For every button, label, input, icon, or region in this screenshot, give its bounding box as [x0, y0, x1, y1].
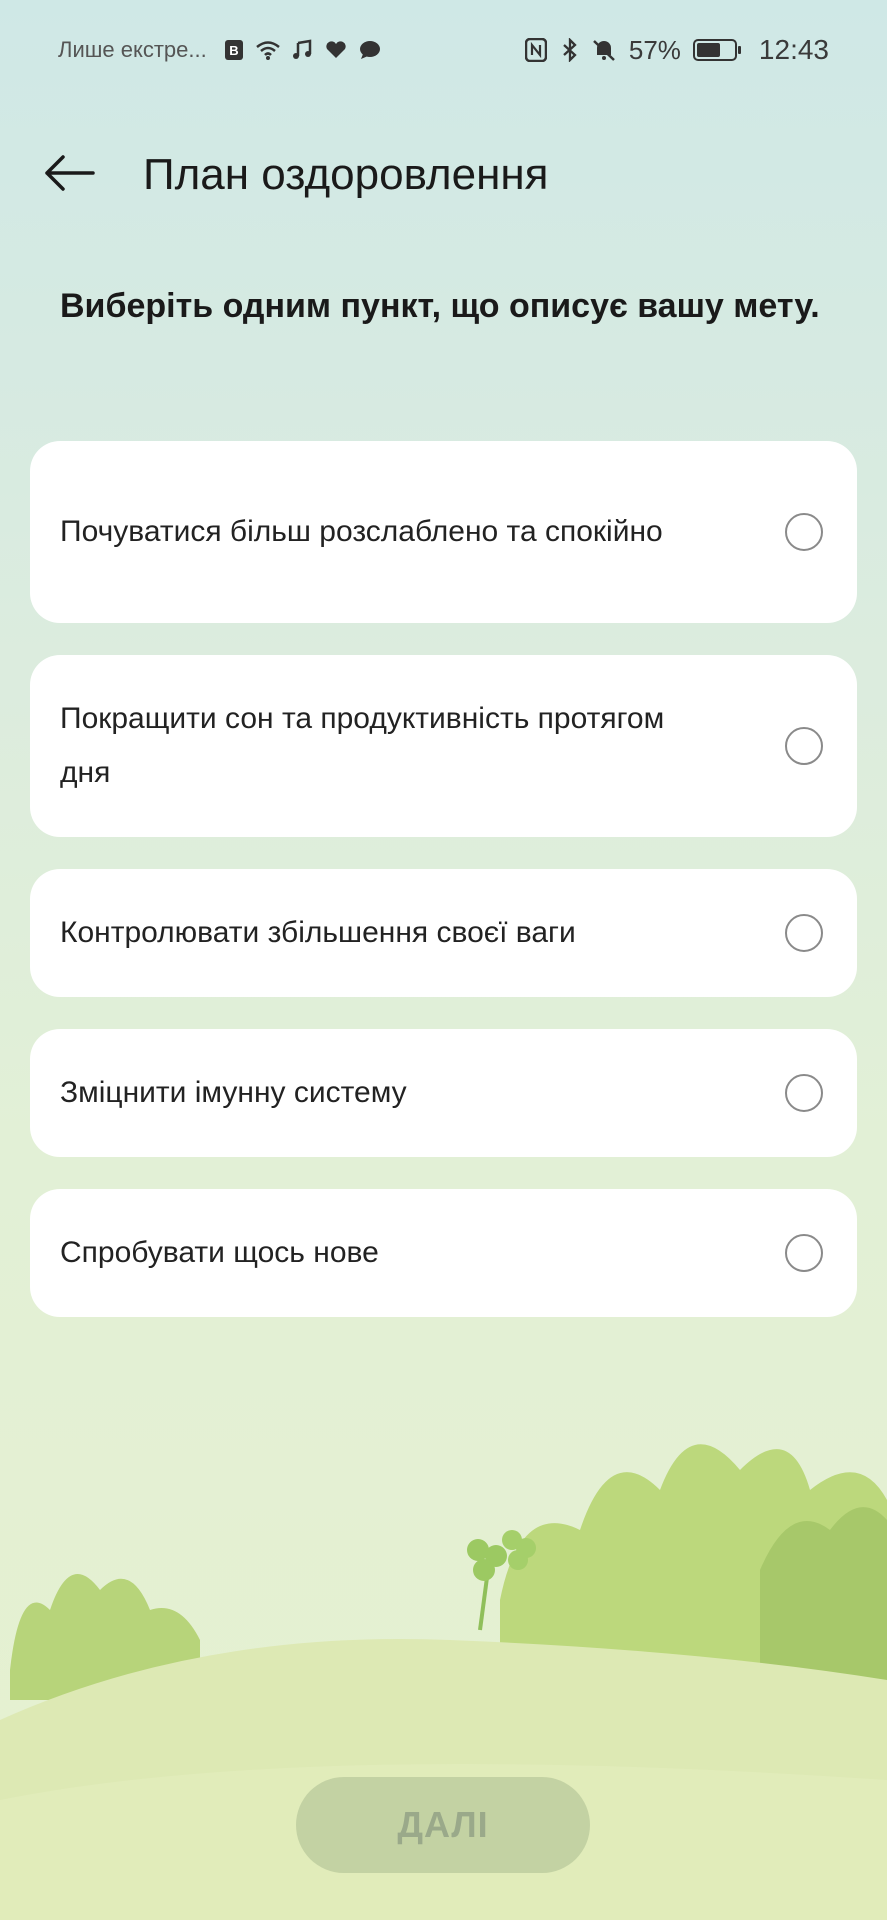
radio-button[interactable] — [785, 513, 823, 551]
app-header: План оздоровлення — [0, 140, 887, 210]
status-left: Лише екстре... B — [58, 37, 383, 63]
page-title: План оздоровлення — [143, 150, 549, 199]
chat-icon — [357, 37, 383, 63]
option-relaxed[interactable]: Почуватися більш розслаблено та спокійно — [30, 441, 857, 623]
option-label: Спробувати щось нове — [60, 1236, 379, 1269]
bluetooth-icon — [557, 37, 583, 63]
option-label: Почуватися більш розслаблено та спокійно — [60, 515, 663, 548]
status-right: 57% 12:43 — [523, 34, 829, 66]
option-label: Зміцнити імунну систему — [60, 1076, 407, 1109]
battery-percent: 57% — [628, 34, 681, 65]
radio-button[interactable] — [785, 1234, 823, 1272]
next-button[interactable]: ДАЛІ — [296, 1777, 590, 1873]
radio-button[interactable] — [785, 1074, 823, 1112]
status-bar: Лише екстре... B 57% 12:43 — [0, 0, 887, 100]
svg-text:B: B — [229, 43, 238, 58]
goal-options-list: Почуватися більш розслаблено та спокійно… — [30, 441, 857, 1349]
notification-text: Лише екстре... — [58, 37, 207, 62]
mute-bell-icon — [591, 37, 617, 63]
option-sleep[interactable]: Покращити сон та продуктивність протягом… — [30, 655, 857, 837]
battery-icon — [692, 39, 741, 61]
b-app-icon: B — [221, 37, 247, 63]
clock: 12:43 — [758, 34, 829, 65]
heart-icon — [323, 37, 349, 63]
radio-button[interactable] — [785, 914, 823, 952]
option-label: Контролювати збільшення своєї ваги — [60, 916, 576, 949]
option-label: Покращити сон та продуктивність протягом… — [60, 702, 665, 789]
option-new[interactable]: Спробувати щось нове — [30, 1189, 857, 1317]
option-immune[interactable]: Зміцнити імунну систему — [30, 1029, 857, 1157]
wifi-icon — [255, 37, 281, 63]
radio-button[interactable] — [785, 727, 823, 765]
option-weight[interactable]: Контролювати збільшення своєї ваги — [30, 869, 857, 997]
nfc-icon — [523, 37, 549, 63]
question-prompt: Виберіть одним пункт, що описує вашу мет… — [60, 287, 820, 325]
music-icon — [289, 37, 315, 63]
arrow-left-icon — [43, 153, 97, 198]
back-button[interactable] — [40, 150, 100, 200]
